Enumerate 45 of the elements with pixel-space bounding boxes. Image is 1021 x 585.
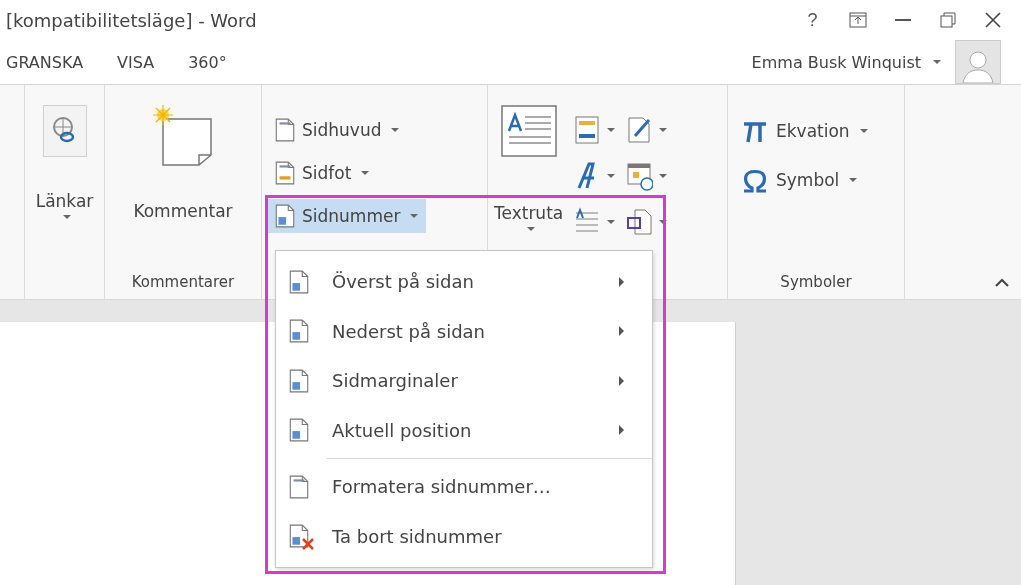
user-name[interactable]: Emma Busk Winquist — [751, 52, 941, 72]
page-icon — [274, 118, 296, 142]
ribbon-button[interactable]: Sidfot — [266, 156, 427, 190]
ribbon-display-icon[interactable] — [848, 12, 867, 28]
page-number-icon — [288, 368, 310, 393]
calendar-clock-icon — [625, 160, 654, 192]
collapse-ribbon-icon[interactable] — [995, 278, 1009, 287]
comment-button[interactable]: Kommentar — [131, 91, 235, 265]
caret-icon — [607, 128, 616, 132]
ribbon-button[interactable]: Ekvation — [732, 111, 876, 151]
page-number-icon — [288, 474, 310, 499]
links-button[interactable]: Länkar — [33, 91, 96, 265]
close-icon[interactable] — [984, 12, 1001, 28]
caret-icon — [607, 220, 616, 224]
ribbon-button[interactable]: Sidnummer — [266, 199, 427, 233]
quick-parts-icon — [573, 114, 602, 146]
minimize-icon[interactable] — [894, 18, 911, 22]
ribbon-tab[interactable]: 360° — [186, 52, 243, 72]
caret-icon — [659, 174, 668, 178]
window-title: [kompatibilitetsläge] - Word — [6, 9, 257, 31]
help-button[interactable]: ? — [790, 3, 835, 37]
globe-link-icon — [42, 105, 87, 157]
page-number-icon — [288, 269, 310, 294]
ribbon-button[interactable]: Symbol — [732, 160, 876, 200]
menu-item[interactable]: Sidmarginaler — [276, 356, 652, 406]
page-number-icon — [288, 418, 310, 443]
menu-item[interactable]: Aktuell position — [276, 405, 652, 455]
menu-item[interactable]: Formatera sidnummer… — [276, 462, 652, 512]
sticky-note-icon — [151, 105, 215, 167]
ribbon-tab[interactable]: GRANSKA — [4, 52, 100, 72]
caret-icon — [607, 174, 616, 178]
page-icon — [274, 204, 296, 228]
menu-item[interactable]: Överst på sidan — [276, 257, 652, 307]
caret-icon — [933, 60, 941, 64]
page-number-icon — [288, 319, 310, 344]
ribbon-tab[interactable]: VISA — [115, 52, 171, 72]
object-icon — [625, 206, 654, 238]
page-icon — [274, 161, 296, 185]
restore-icon[interactable] — [939, 12, 956, 28]
ribbon-button[interactable]: Sidhuvud — [266, 113, 427, 147]
text-box-icon — [500, 105, 557, 157]
caret-icon — [659, 128, 668, 132]
group-label: Symboler — [779, 272, 853, 293]
menu-item[interactable]: Nederst på sidan — [276, 306, 652, 356]
group-label: Kommentarer — [130, 272, 236, 293]
